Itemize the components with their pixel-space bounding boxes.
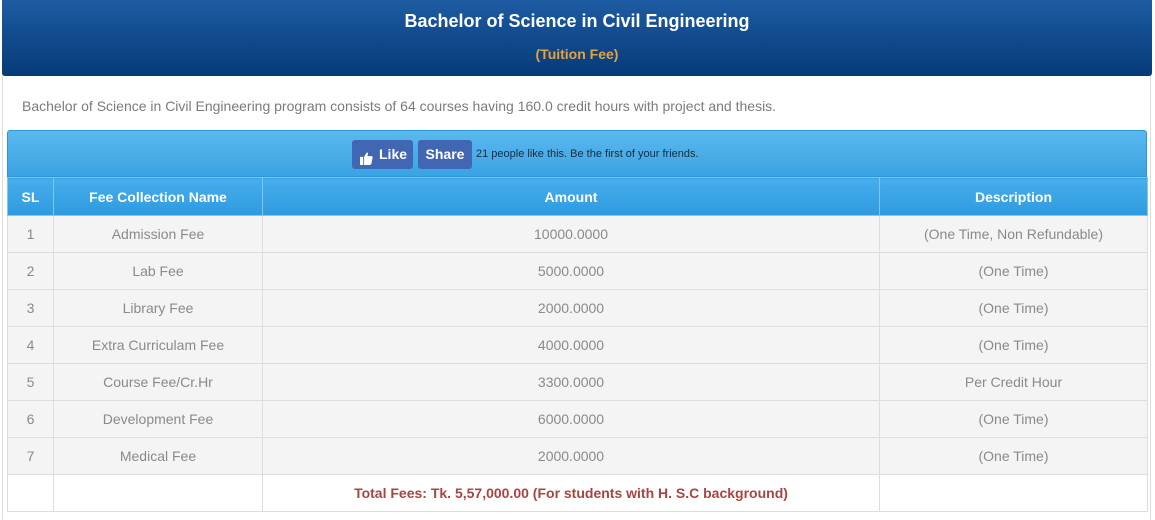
total-row: Total Fees: Tk. 5,57,000.00 (For student… (7, 474, 1148, 512)
column-header-fee-name: Fee Collection Name (53, 177, 263, 216)
cell-amount: 6000.0000 (262, 400, 880, 438)
cell-description: (One Time) (879, 289, 1148, 327)
page-header: Bachelor of Science in Civil Engineering… (2, 0, 1152, 76)
column-header-description: Description (879, 177, 1148, 216)
table-row: 7 Medical Fee 2000.0000 (One Time) (7, 437, 1148, 475)
social-bar: Like Share 21 people like this. Be the f… (7, 130, 1147, 177)
cell-sl: 1 (7, 215, 54, 253)
column-header-amount: Amount (262, 177, 880, 216)
cell-fee-name: Admission Fee (53, 215, 263, 253)
cell-fee-name: Lab Fee (53, 252, 263, 290)
cell-description: Per Credit Hour (879, 363, 1148, 401)
cell-fee-name: Development Fee (53, 400, 263, 438)
cell-description: (One Time) (879, 400, 1148, 438)
cell-empty (879, 474, 1148, 512)
total-fees-text: Total Fees: Tk. 5,57,000.00 (For student… (354, 485, 788, 501)
table-row: 6 Development Fee 6000.0000 (One Time) (7, 400, 1148, 438)
column-header-sl: SL (7, 177, 54, 216)
cell-description: (One Time) (879, 437, 1148, 475)
cell-amount: 5000.0000 (262, 252, 880, 290)
cell-sl: 3 (7, 289, 54, 327)
cell-fee-name: Library Fee (53, 289, 263, 327)
cell-amount: 3300.0000 (262, 363, 880, 401)
like-count-text: 21 people like this. Be the first of you… (476, 148, 699, 160)
cell-amount: 2000.0000 (262, 437, 880, 475)
cell-sl: 4 (7, 326, 54, 364)
table-row: 4 Extra Curriculam Fee 4000.0000 (One Ti… (7, 326, 1148, 364)
facebook-like-button[interactable]: Like (352, 140, 413, 169)
cell-description: (One Time, Non Refundable) (879, 215, 1148, 253)
cell-amount: 2000.0000 (262, 289, 880, 327)
table-row: 3 Library Fee 2000.0000 (One Time) (7, 289, 1148, 327)
total-fees-cell: Total Fees: Tk. 5,57,000.00 (For student… (262, 474, 880, 512)
page-subtitle: (Tuition Fee) (535, 46, 619, 62)
cell-amount: 10000.0000 (262, 215, 880, 253)
cell-sl: 7 (7, 437, 54, 475)
cell-sl: 5 (7, 363, 54, 401)
cell-fee-name: Course Fee/Cr.Hr (53, 363, 263, 401)
page-title: Bachelor of Science in Civil Engineering (404, 11, 750, 31)
cell-empty (53, 474, 263, 512)
cell-fee-name: Extra Curriculam Fee (53, 326, 263, 364)
cell-description: (One Time) (879, 326, 1148, 364)
table-row: 1 Admission Fee 10000.0000 (One Time, No… (7, 215, 1148, 253)
thumbs-up-icon (360, 147, 373, 174)
cell-description: (One Time) (879, 252, 1148, 290)
cell-empty (7, 474, 54, 512)
program-description: Bachelor of Science in Civil Engineering… (22, 98, 777, 114)
cell-amount: 4000.0000 (262, 326, 880, 364)
fee-table: SL Fee Collection Name Amount Descriptio… (7, 177, 1148, 512)
facebook-share-button[interactable]: Share (418, 140, 472, 169)
like-label: Like (379, 146, 408, 162)
table-row: 2 Lab Fee 5000.0000 (One Time) (7, 252, 1148, 290)
table-header-row: SL Fee Collection Name Amount Descriptio… (7, 177, 1148, 216)
table-row: 5 Course Fee/Cr.Hr 3300.0000 Per Credit … (7, 363, 1148, 401)
cell-sl: 2 (7, 252, 54, 290)
cell-sl: 6 (7, 400, 54, 438)
cell-fee-name: Medical Fee (53, 437, 263, 475)
